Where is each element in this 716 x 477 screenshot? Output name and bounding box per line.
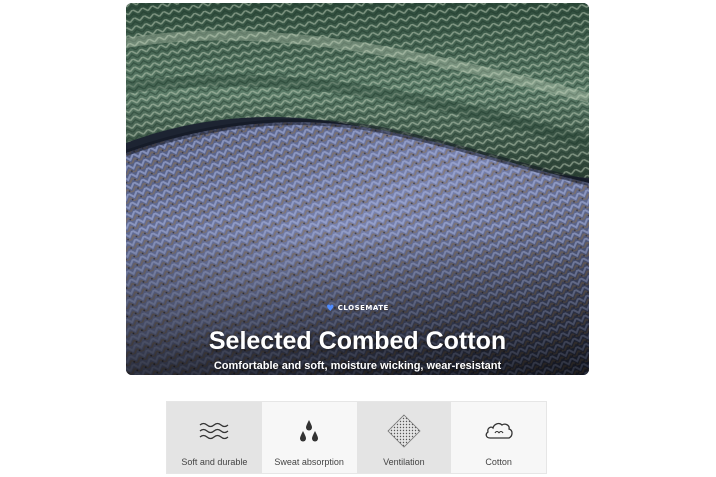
brand-name: CLOSEMATE	[337, 304, 389, 312]
hero-image: ♥ CLOSEMATE Selected Combed Cotton Comfor…	[126, 3, 589, 375]
waves-icon	[194, 416, 234, 446]
heart-icon: ♥	[326, 304, 335, 314]
droplets-icon	[289, 416, 329, 446]
feature-strip: Soft and durable Sweat absorption Ventil…	[166, 401, 547, 474]
brand-logo: ♥ CLOSEMATE	[126, 304, 589, 314]
cotton-cloud-icon	[479, 416, 519, 446]
feature-label: Cotton	[485, 457, 512, 467]
feature-cotton: Cotton	[451, 402, 546, 473]
knit-fabric-photo	[126, 3, 589, 375]
mesh-icon	[384, 414, 424, 448]
feature-label: Ventilation	[383, 457, 425, 467]
feature-ventilation: Ventilation	[356, 402, 452, 473]
feature-label: Soft and durable	[181, 457, 248, 467]
feature-sweat-absorption: Sweat absorption	[261, 402, 357, 473]
hero-title: Selected Combed Cotton	[208, 327, 507, 355]
feature-label: Sweat absorption	[274, 457, 344, 467]
feature-soft-durable: Soft and durable	[167, 402, 262, 473]
hero-subtitle: Comfortable and soft, moisture wicking, …	[213, 360, 502, 372]
